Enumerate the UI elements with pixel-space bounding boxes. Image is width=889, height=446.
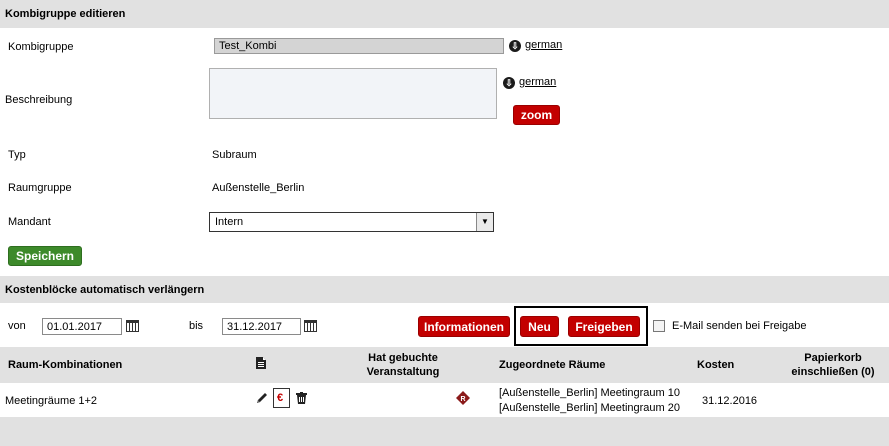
mandant-select[interactable]: Intern ▼ <box>209 212 494 232</box>
column-header-zugeordnete: Zugeordnete Räume <box>499 359 606 371</box>
table-footer <box>0 417 889 446</box>
raumgruppe-label: Raumgruppe <box>8 182 72 194</box>
row-name: Meetingräume 1+2 <box>5 395 98 407</box>
row-kosten: 31.12.2016 <box>702 395 758 407</box>
new-button[interactable]: Neu <box>520 316 559 337</box>
bis-label: bis <box>189 320 204 332</box>
column-header-papierkorb: Papierkorb <box>804 352 862 364</box>
beschreibung-textarea[interactable] <box>209 68 497 119</box>
release-button[interactable]: Freigeben <box>568 316 640 337</box>
raumgruppe-value: Außenstelle_Berlin <box>212 182 305 194</box>
von-date-input[interactable] <box>42 318 122 335</box>
download-arrow-icon[interactable]: ⇩ <box>503 77 515 89</box>
document-icon <box>256 357 266 369</box>
svg-text:R: R <box>460 396 465 403</box>
column-header-kosten: Kosten <box>697 359 735 371</box>
trash-icon[interactable] <box>296 392 307 404</box>
chevron-down-icon[interactable]: ▼ <box>476 213 493 231</box>
kombigruppe-label: Kombigruppe <box>8 41 74 53</box>
email-checkbox-label: E-Mail senden bei Freigabe <box>672 320 807 332</box>
bis-date-input[interactable] <box>222 318 301 335</box>
column-header-hat-gebuchte: Hat gebuchte <box>368 352 438 364</box>
informationen-button[interactable]: Informationen <box>418 316 510 337</box>
typ-value: Subraum <box>212 149 257 161</box>
registered-diamond-icon: R <box>456 391 470 405</box>
von-label: von <box>8 320 26 332</box>
column-header-einschliessen[interactable]: einschließen (0) <box>780 366 886 378</box>
section-title-edit: Kombigruppe editieren <box>5 8 126 20</box>
email-checkbox[interactable] <box>653 320 665 332</box>
kombigruppe-input[interactable] <box>214 38 504 54</box>
euro-document-icon[interactable]: € <box>273 388 290 408</box>
calendar-icon[interactable] <box>126 320 139 332</box>
download-arrow-icon[interactable]: ⇩ <box>509 40 521 52</box>
pencil-icon[interactable] <box>255 391 269 405</box>
section-header-edit: Kombigruppe editieren <box>0 0 889 28</box>
column-header-raum: Raum-Kombinationen <box>8 359 123 371</box>
language-link-beschreibung[interactable]: german <box>519 76 556 88</box>
zoom-button[interactable]: zoom <box>513 105 560 125</box>
beschreibung-label: Beschreibung <box>5 94 73 106</box>
calendar-icon[interactable] <box>304 320 317 332</box>
save-button[interactable]: Speichern <box>8 246 82 266</box>
mandant-selected-value: Intern <box>215 216 244 228</box>
mandant-label: Mandant <box>8 216 51 228</box>
assigned-room-2: [Außenstelle_Berlin] Meetingraum 20 <box>499 402 680 414</box>
typ-label: Typ <box>8 149 26 161</box>
language-link-kombigruppe[interactable]: german <box>525 39 562 51</box>
column-header-veranstaltung: Veranstaltung <box>366 366 440 378</box>
assigned-room-1: [Außenstelle_Berlin] Meetingraum 10 <box>499 387 680 399</box>
section-title-cost: Kostenblöcke automatisch verlängern <box>5 283 205 296</box>
section-header-cost: Kostenblöcke automatisch verlängern <box>0 276 889 303</box>
